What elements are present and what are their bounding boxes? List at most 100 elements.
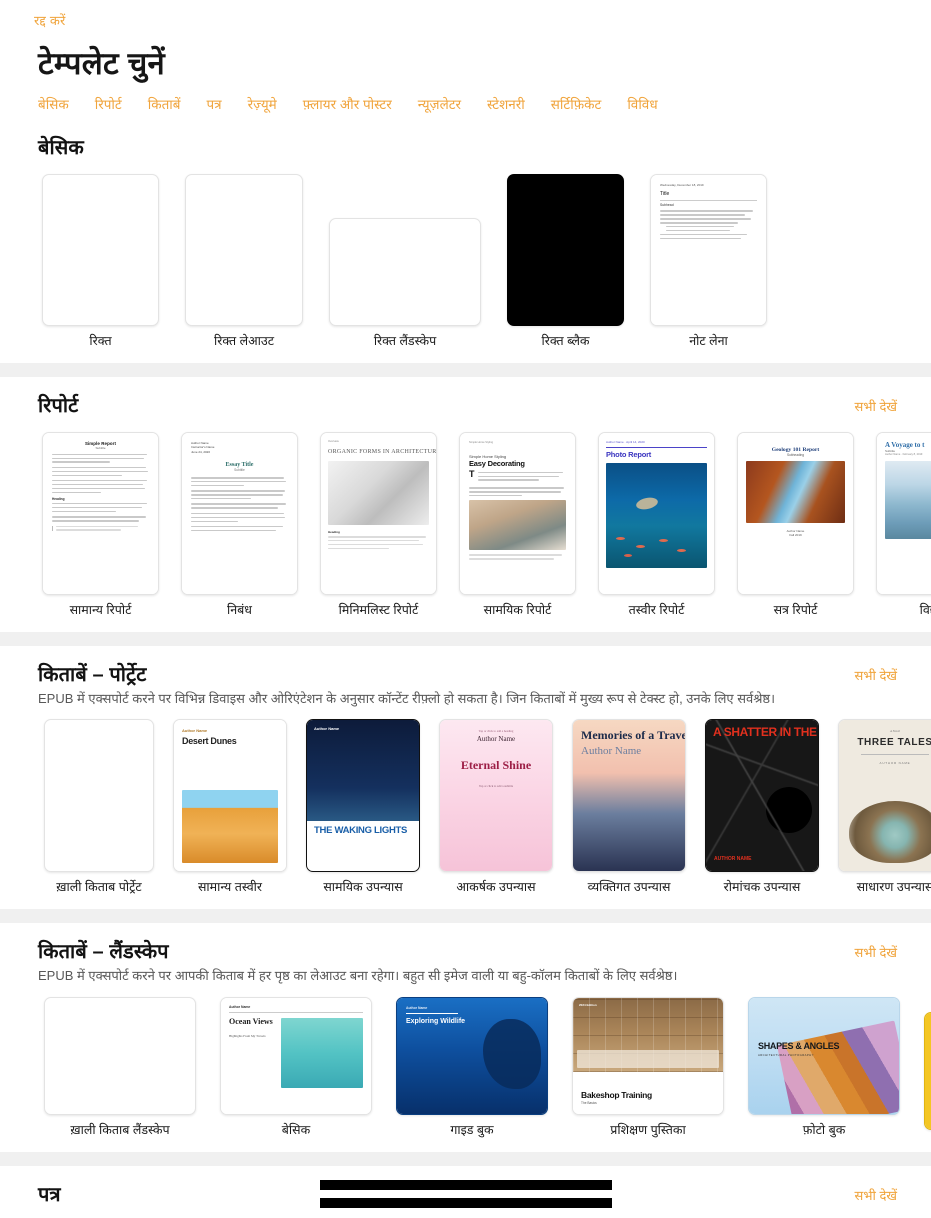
doc-meta: Author Name · February 8, 2019 — [885, 452, 923, 456]
template-tile[interactable]: Tap or click to add a heading Author Nam… — [439, 719, 553, 895]
template-row-books-portrait[interactable]: ख़ाली किताब पोर्ट्रेट Author Name Desert… — [0, 707, 931, 895]
template-tile[interactable]: Wednesday, December 18, 2019 Title Subhe… — [650, 173, 767, 349]
template-thumbnail[interactable]: 2024 Edition Bakeshop Training The Basic… — [572, 996, 724, 1115]
category-tab-stationery[interactable]: स्टेशनरी — [487, 95, 525, 113]
cover-subtitle: ARCHITECTURAL PHOTOGRAPHY — [758, 1052, 814, 1057]
template-caption: निबंध — [226, 602, 252, 617]
template-caption: ख़ाली किताब लैंडस्केप — [70, 1122, 170, 1137]
template-tile[interactable]: Memories of a Traveler Author Name व्यक्… — [572, 719, 686, 895]
template-thumbnail[interactable]: A Voyage to t Subtitle Author Name · Feb… — [876, 431, 931, 595]
title-block: टेम्पलेट चुनें — [0, 30, 931, 82]
template-thumbnail[interactable]: Simple Home Styling Simple Home Styling … — [459, 431, 576, 595]
template-thumbnail[interactable] — [329, 217, 481, 326]
template-thumbnail[interactable]: A Novel THREE TALES AUTHOR NAME — [838, 719, 931, 873]
category-tab-books[interactable]: किताबें — [148, 95, 181, 113]
template-tile[interactable]: Author Name THE WAKING LIGHTS सामयिक उपन… — [306, 719, 420, 895]
template-tile[interactable]: SHAPES & ANGLES ARCHITECTURAL PHOTOGRAPH… — [748, 996, 900, 1138]
see-all-link[interactable]: सभी देखें — [855, 391, 897, 415]
template-thumbnail[interactable]: Memories of a Traveler Author Name — [572, 719, 686, 873]
template-tile[interactable]: Simple Home Styling Simple Home Styling … — [459, 431, 576, 618]
template-tile[interactable]: Author Name Desert Dunes सामान्य तस्वीर — [173, 719, 287, 895]
cancel-bar: रद्द करें — [0, 0, 931, 30]
template-tile[interactable]: Author Name Ocean Views Highlights From … — [220, 996, 372, 1138]
section-header-books-portrait: किताबें – पोर्ट्रेट सभी देखें — [0, 646, 931, 687]
template-thumbnail[interactable]: Author Name Ocean Views Highlights From … — [220, 996, 372, 1115]
template-thumbnail[interactable]: Author Name Exploring Wildlife — [396, 996, 548, 1115]
template-thumbnail[interactable]: Author Name Instructor's Name June 24, 202… — [181, 431, 298, 595]
template-thumbnail[interactable]: Author Name · April 14, 2020 Photo Repor… — [598, 431, 715, 595]
template-tile[interactable]: 2024 Edition Bakeshop Training The Basic… — [572, 996, 724, 1138]
template-thumbnail[interactable] — [185, 173, 303, 326]
doc-title: A Voyage to t — [885, 440, 925, 449]
template-thumbnail[interactable]: Simple Report Subtitle Heading — [42, 431, 159, 595]
template-row-letters[interactable]: Sender Name 1234 Street Ave.Suburbia, St… — [0, 1207, 931, 1218]
template-tile[interactable]: रिक्त ब्लैक — [507, 173, 624, 349]
template-caption: सत्र रिपोर्ट — [773, 602, 818, 617]
section-header-books-landscape: किताबें – लैंडस्केप सभी देखें — [0, 923, 931, 964]
template-thumbnail[interactable]: Overview ORGANIC FORMS IN ARCHITECTURE H… — [320, 431, 437, 595]
template-thumbnail[interactable]: Recipes Soup by Au St Ra — [924, 1011, 931, 1130]
template-row-basic[interactable]: रिक्त रिक्त लेआउट रिक्त लैंडस्केप रिक्त … — [0, 160, 931, 349]
category-tab-certificates[interactable]: सर्टिफ़िकेट — [551, 95, 602, 113]
template-tile[interactable]: A SHATTER IN THE DARK AUTHOR NAME रोमांच… — [705, 719, 819, 895]
template-thumbnail[interactable]: Author Name Desert Dunes — [173, 719, 287, 873]
cover-image — [182, 790, 278, 864]
cover-subtitle: Tap or click to add a subtitle — [478, 783, 514, 788]
cover-image — [281, 1018, 363, 1089]
template-thumbnail[interactable] — [44, 996, 196, 1115]
template-tile[interactable]: Author Name · April 14, 2020 Photo Repor… — [598, 431, 715, 618]
template-tile[interactable]: ख़ाली किताब पोर्ट्रेट — [44, 719, 154, 895]
cover-author: Author Name — [182, 728, 208, 734]
template-caption: सामान्य तस्वीर — [197, 880, 263, 895]
template-tile[interactable]: A Novel THREE TALES AUTHOR NAME साधारण उ… — [838, 719, 931, 895]
template-thumbnail[interactable]: Author Name THE WAKING LIGHTS — [306, 719, 420, 873]
see-all-link[interactable]: सभी देखें — [855, 937, 897, 961]
redaction-bar — [320, 1198, 612, 1208]
template-caption: तस्वीर रिपोर्ट — [628, 602, 685, 617]
template-thumbnail[interactable] — [44, 719, 154, 873]
template-thumbnail[interactable] — [42, 173, 159, 326]
template-thumbnail[interactable]: Wednesday, December 18, 2019 Title Subhe… — [650, 173, 767, 326]
template-caption: रिक्त ब्लैक — [541, 333, 590, 348]
template-row-reports[interactable]: Simple Report Subtitle Heading सामान्य र… — [0, 418, 931, 618]
doc-meta: Author Name · April 14, 2020 — [606, 439, 645, 444]
template-tile[interactable]: रिक्त लैंडस्केप — [329, 217, 481, 349]
doc-image — [606, 463, 707, 569]
category-tab-letters[interactable]: पत्र — [206, 95, 221, 113]
section-divider — [0, 909, 931, 924]
template-thumbnail[interactable]: SHAPES & ANGLES ARCHITECTURAL PHOTOGRAPH… — [748, 996, 900, 1115]
template-tile[interactable]: रिक्त लेआउट — [185, 173, 303, 349]
template-tile[interactable]: Author Name Exploring Wildlife गाइड बुक — [396, 996, 548, 1138]
cover-title: THREE TALES — [857, 737, 931, 749]
see-all-link[interactable]: सभी देखें — [855, 660, 897, 684]
section-subtitle: EPUB में एक्सपोर्ट करने पर विभिन्न डिवाइ… — [38, 690, 776, 706]
template-tile[interactable]: Overview ORGANIC FORMS IN ARCHITECTURE H… — [320, 431, 437, 618]
template-thumbnail[interactable]: Geology 101 Report Subheading Author Nam… — [737, 431, 854, 595]
template-row-books-landscape[interactable]: ख़ाली किताब लैंडस्केप Author Name Ocean … — [0, 985, 931, 1138]
category-tab-newsletters[interactable]: न्यूज़लेटर — [418, 95, 461, 113]
template-thumbnail[interactable]: A SHATTER IN THE DARK AUTHOR NAME — [705, 719, 819, 873]
section-title: बेसिक — [38, 136, 84, 159]
template-tile[interactable]: ख़ाली किताब लैंडस्केप — [44, 996, 196, 1138]
see-all-link[interactable]: सभी देखें — [855, 1180, 897, 1204]
template-thumbnail[interactable]: Tap or click to add a heading Author Nam… — [439, 719, 553, 873]
section-divider — [0, 362, 931, 377]
template-tile[interactable]: Simple Report Subtitle Heading सामान्य र… — [42, 431, 159, 618]
category-tab-flyers-posters[interactable]: फ़्लायर और पोस्टर — [303, 95, 392, 113]
template-tile[interactable]: Author Name Instructor's Name June 24, 202… — [181, 431, 298, 618]
category-tab-resumes[interactable]: रेज़्यूमे — [248, 95, 277, 113]
category-tab-misc[interactable]: विविध — [627, 95, 657, 113]
template-tile[interactable]: Recipes Soup by Au St Ra — [924, 1011, 931, 1138]
template-thumbnail[interactable] — [507, 173, 624, 326]
template-tile[interactable]: Geology 101 Report Subheading Author Nam… — [737, 431, 854, 618]
cancel-button[interactable]: रद्द करें — [34, 11, 66, 29]
template-tile[interactable]: रिक्त — [42, 173, 159, 349]
category-tab-basic[interactable]: बेसिक — [38, 95, 69, 113]
section-reports: रिपोर्ट सभी देखें Simple Report Subtitle… — [0, 376, 931, 618]
category-tab-reports[interactable]: रिपोर्ट — [95, 95, 122, 113]
cover-title: Exploring Wildlife — [406, 1017, 466, 1025]
template-caption: प्रशिक्षण पुस्तिका — [610, 1122, 686, 1137]
cover-title: SHAPES & ANGLES — [758, 1040, 840, 1051]
section-subtitle: EPUB में एक्सपोर्ट करने पर आपकी किताब मे… — [38, 968, 678, 984]
template-tile[interactable]: A Voyage to t Subtitle Author Name · Feb… — [876, 431, 931, 618]
